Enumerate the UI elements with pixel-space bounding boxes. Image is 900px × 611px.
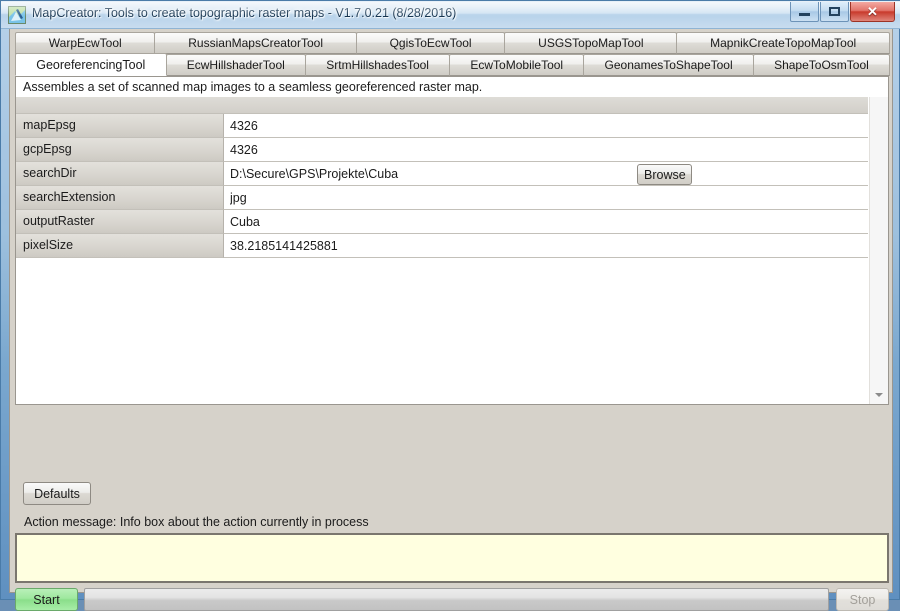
scroll-down-button[interactable] bbox=[870, 386, 888, 404]
property-row-filler bbox=[622, 114, 868, 138]
tab-usgs-topo-map-tool[interactable]: USGSTopoMapTool bbox=[504, 32, 678, 54]
property-row-filler bbox=[622, 138, 868, 162]
tab-label: EcwToMobileTool bbox=[470, 58, 564, 72]
search-extension-input[interactable] bbox=[224, 187, 621, 209]
client-area: WarpEcwTool RussianMapsCreatorTool QgisT… bbox=[9, 29, 893, 611]
tool-description: Assembles a set of scanned map images to… bbox=[23, 80, 483, 94]
property-row-pixel-size: pixelSize bbox=[16, 234, 868, 258]
property-grid-scrollbar[interactable] bbox=[869, 97, 888, 404]
tab-georeferencing-tool[interactable]: GeoreferencingTool bbox=[15, 53, 167, 76]
property-name: searchExtension bbox=[16, 186, 224, 210]
tab-ecw-to-mobile-tool[interactable]: EcwToMobileTool bbox=[449, 54, 585, 76]
tab-strip-row-1: WarpEcwTool RussianMapsCreatorTool QgisT… bbox=[15, 32, 890, 55]
maximize-icon bbox=[829, 7, 840, 16]
property-value-cell[interactable] bbox=[224, 138, 622, 162]
property-name: outputRaster bbox=[16, 210, 224, 234]
property-value-cell[interactable] bbox=[224, 234, 622, 258]
tab-russian-maps-creator-tool[interactable]: RussianMapsCreatorTool bbox=[154, 32, 357, 54]
tab-ecw-hillshader-tool[interactable]: EcwHillshaderTool bbox=[165, 54, 307, 76]
map-epsg-input[interactable] bbox=[224, 115, 621, 137]
property-row-map-epsg: mapEpsg bbox=[16, 114, 868, 138]
tab-label: GeonamesToShapeTool bbox=[604, 58, 733, 72]
maximize-button[interactable] bbox=[820, 2, 849, 22]
tab-label: RussianMapsCreatorTool bbox=[188, 36, 323, 50]
property-value-cell[interactable] bbox=[224, 186, 622, 210]
tab-label: ShapeToOsmTool bbox=[774, 58, 869, 72]
tab-mapnik-create-topo-map-tool[interactable]: MapnikCreateTopoMapTool bbox=[676, 32, 890, 54]
log-output-box[interactable] bbox=[15, 533, 889, 583]
property-value-cell[interactable] bbox=[224, 210, 622, 234]
property-value-cell[interactable] bbox=[224, 114, 622, 138]
title-bar[interactable]: MapCreator: Tools to create topographic … bbox=[1, 1, 900, 29]
browse-button[interactable]: Browse bbox=[637, 164, 692, 185]
property-row-filler bbox=[622, 186, 868, 210]
pixel-size-input[interactable] bbox=[224, 235, 621, 257]
property-grid: mapEpsg gcpEpsg bbox=[16, 97, 888, 404]
application-window: MapCreator: Tools to create topographic … bbox=[0, 0, 900, 611]
tab-warp-ecw-tool[interactable]: WarpEcwTool bbox=[15, 32, 156, 54]
tab-qgis-to-ecw-tool[interactable]: QgisToEcwTool bbox=[355, 32, 506, 54]
property-row-search-extension: searchExtension bbox=[16, 186, 868, 210]
tab-strip-row-2: GeoreferencingTool EcwHillshaderTool Srt… bbox=[15, 53, 891, 77]
chevron-down-icon bbox=[875, 393, 883, 397]
window-title: MapCreator: Tools to create topographic … bbox=[32, 6, 457, 20]
tab-label: GeoreferencingTool bbox=[36, 57, 146, 72]
tab-control: WarpEcwTool RussianMapsCreatorTool QgisT… bbox=[15, 32, 891, 405]
property-value-cell[interactable] bbox=[224, 162, 622, 186]
tab-geonames-to-shape-tool[interactable]: GeonamesToShapeTool bbox=[583, 54, 754, 76]
property-row-gcp-epsg: gcpEpsg bbox=[16, 138, 868, 162]
property-name: mapEpsg bbox=[16, 114, 224, 138]
close-icon: ✕ bbox=[867, 4, 878, 19]
tab-label: WarpEcwTool bbox=[48, 36, 122, 50]
map-app-icon bbox=[8, 6, 26, 24]
property-row-filler bbox=[622, 210, 868, 234]
output-raster-input[interactable] bbox=[224, 211, 621, 233]
property-name: searchDir bbox=[16, 162, 224, 186]
tab-label: QgisToEcwTool bbox=[389, 36, 472, 50]
action-message: Action message: Info box about the actio… bbox=[24, 515, 369, 529]
tab-shape-to-osm-tool[interactable]: ShapeToOsmTool bbox=[752, 54, 891, 76]
tab-label: USGSTopoMapTool bbox=[538, 36, 644, 50]
defaults-button[interactable]: Defaults bbox=[23, 482, 91, 505]
tab-srtm-hillshades-tool[interactable]: SrtmHillshadesTool bbox=[305, 54, 451, 76]
gcp-epsg-input[interactable] bbox=[224, 139, 621, 161]
tab-page-georeferencing-tool: Assembles a set of scanned map images to… bbox=[15, 76, 889, 405]
property-row-output-raster: outputRaster bbox=[16, 210, 868, 234]
tab-label: EcwHillshaderTool bbox=[186, 58, 285, 72]
property-name: pixelSize bbox=[16, 234, 224, 258]
property-grid-rows: mapEpsg gcpEpsg bbox=[16, 114, 868, 258]
tab-label: MapnikCreateTopoMapTool bbox=[710, 36, 857, 50]
property-row-search-dir: searchDir Browse bbox=[16, 162, 868, 186]
close-button[interactable]: ✕ bbox=[850, 2, 895, 22]
property-grid-header bbox=[16, 97, 868, 114]
property-name: gcpEpsg bbox=[16, 138, 224, 162]
minimize-icon bbox=[799, 12, 810, 16]
minimize-button[interactable] bbox=[790, 2, 819, 22]
search-dir-input[interactable] bbox=[224, 163, 621, 185]
property-row-filler bbox=[622, 234, 868, 258]
tab-label: SrtmHillshadesTool bbox=[326, 58, 429, 72]
